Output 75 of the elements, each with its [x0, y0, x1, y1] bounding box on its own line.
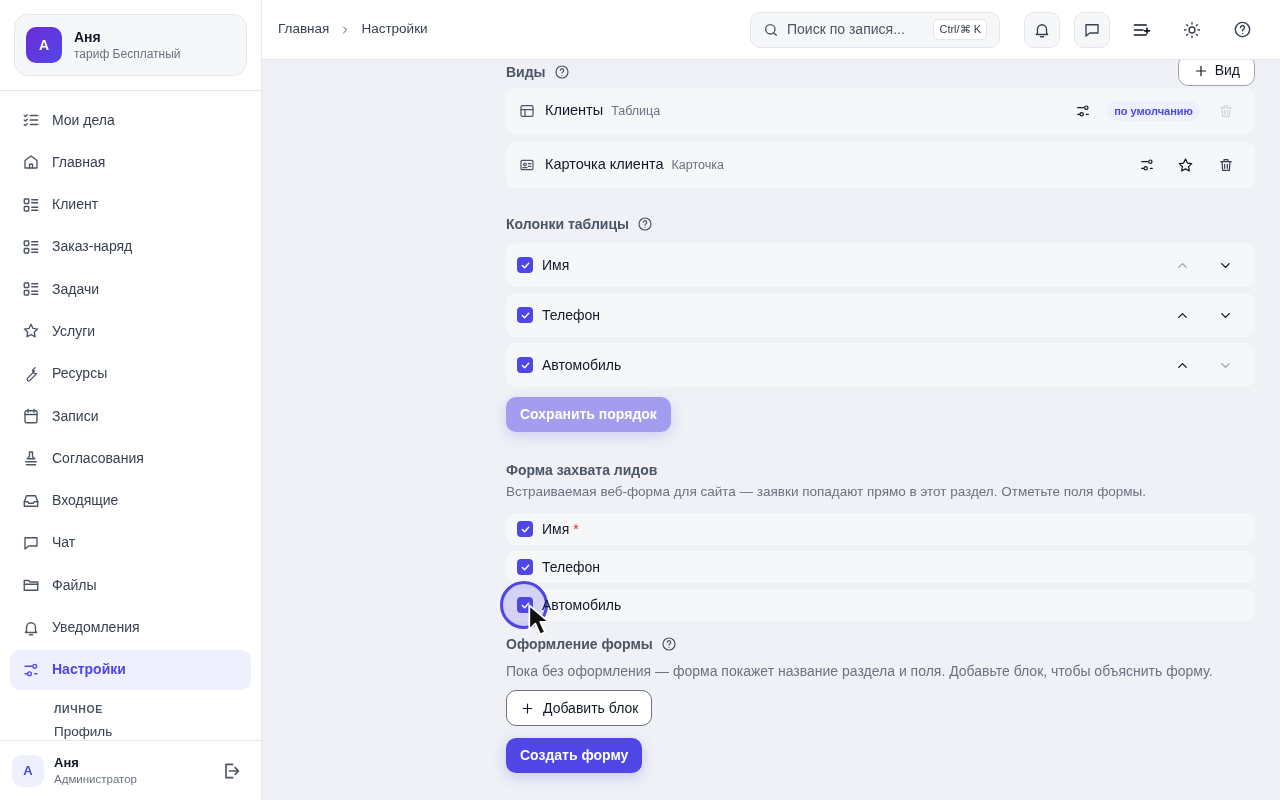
account-avatar: А — [26, 27, 62, 63]
plus-icon — [520, 700, 535, 716]
create-form-button[interactable]: Создать форму — [506, 738, 643, 773]
table-icon — [519, 103, 535, 119]
nav-item[interactable]: Услуги — [10, 311, 251, 352]
nav-item[interactable]: Файлы — [10, 565, 251, 606]
nav-item[interactable]: Входящие — [10, 480, 251, 521]
checkbox[interactable] — [517, 257, 533, 273]
account-plan: тариф Бесплатный — [74, 46, 181, 62]
notifications-button[interactable] — [1024, 11, 1060, 48]
user-role: Администратор — [54, 772, 138, 787]
account-name: Аня — [74, 28, 102, 46]
view-row[interactable]: Карточка клиента Карточка — [506, 142, 1255, 188]
nav-item[interactable]: Профиль — [10, 723, 251, 740]
nav-item[interactable]: Главная — [10, 142, 251, 183]
default-badge: по умолчанию — [1107, 100, 1200, 122]
home-icon — [22, 153, 40, 172]
sliders-icon[interactable] — [1075, 103, 1092, 119]
checklist-icon — [22, 111, 40, 129]
nav-item[interactable]: Мои дела — [10, 100, 251, 140]
section-label: ЛИЧНОЕ — [53, 701, 104, 717]
list-icon — [22, 280, 40, 299]
user-name: Аня — [54, 754, 80, 771]
trash-icon[interactable] — [1218, 157, 1234, 173]
section-title: Оформление формы — [506, 634, 653, 654]
add-view-button[interactable]: Вид — [1177, 60, 1255, 86]
section-title: Колонки таблицы — [506, 214, 629, 234]
view-name: Карточка клиента — [545, 155, 664, 175]
contact-card-icon — [519, 157, 535, 173]
list-icon — [22, 237, 40, 256]
view-type: Карточка — [671, 156, 724, 174]
stamp-icon — [22, 449, 40, 468]
list-icon — [22, 195, 40, 214]
column-label: Автомобиль — [542, 355, 622, 375]
checkbox[interactable] — [517, 559, 533, 575]
breadcrumb-link[interactable]: Главная — [278, 19, 330, 40]
nav-item[interactable]: Уведомления — [10, 607, 251, 648]
help-icon[interactable] — [660, 636, 677, 652]
field-label: Имя — [542, 519, 570, 539]
view-name: Клиенты — [545, 101, 604, 121]
nav-item[interactable]: Согласования — [10, 438, 251, 479]
search-input[interactable]: Поиск по запися... — [787, 19, 926, 40]
checkbox[interactable] — [517, 307, 533, 323]
section-title: Виды — [506, 62, 546, 82]
breadcrumb-link[interactable]: Настройки — [361, 19, 428, 40]
section-description: Встраиваемая веб-форма для сайта — заявки попадают прямо в этот раздел. Отметьте поля формы. — [506, 483, 1148, 501]
nav-item[interactable]: Настройки — [10, 649, 251, 690]
section-title: Форма захвата лидов — [506, 460, 658, 480]
star-icon[interactable] — [1177, 156, 1194, 174]
help-icon[interactable] — [553, 64, 570, 80]
required-mark: * — [573, 519, 579, 539]
user-avatar: А — [12, 754, 44, 787]
nav-item[interactable]: Задачи — [10, 269, 251, 310]
chat-button[interactable] — [1074, 11, 1110, 48]
calendar-icon — [22, 407, 40, 426]
nav-item[interactable]: Клиент — [10, 184, 251, 225]
column-label: Имя — [542, 255, 570, 275]
account-card[interactable]: А Аня тариф Бесплатный — [14, 14, 247, 76]
checkbox[interactable] — [517, 357, 533, 373]
view-row[interactable]: Клиенты Таблица по умолчанию — [506, 88, 1255, 134]
add-block-button[interactable]: Добавить блок — [506, 690, 653, 726]
search-field[interactable]: Поиск по запися... Ctrl/⌘ K — [750, 11, 1000, 48]
help-icon[interactable] — [637, 216, 653, 232]
view-type: Таблица — [611, 102, 661, 120]
column-label: Телефон — [542, 305, 601, 325]
shortcut-hint: Ctrl/⌘ K — [933, 19, 987, 40]
nav-item[interactable]: Ресурсы — [10, 353, 251, 394]
field-label: Телефон — [542, 557, 601, 577]
sliders-icon[interactable] — [1139, 157, 1155, 173]
nav-item[interactable]: Заказ-наряд — [10, 226, 251, 267]
nav-item[interactable]: Чат — [10, 522, 251, 563]
section-description: Пока без оформления — форма покажет название раздела и поля. Добавьте блок, чтобы объяснить форму. — [506, 662, 1214, 681]
nav-item[interactable]: Записи — [10, 396, 251, 437]
search-icon — [763, 21, 779, 38]
checkbox[interactable] — [517, 521, 533, 537]
